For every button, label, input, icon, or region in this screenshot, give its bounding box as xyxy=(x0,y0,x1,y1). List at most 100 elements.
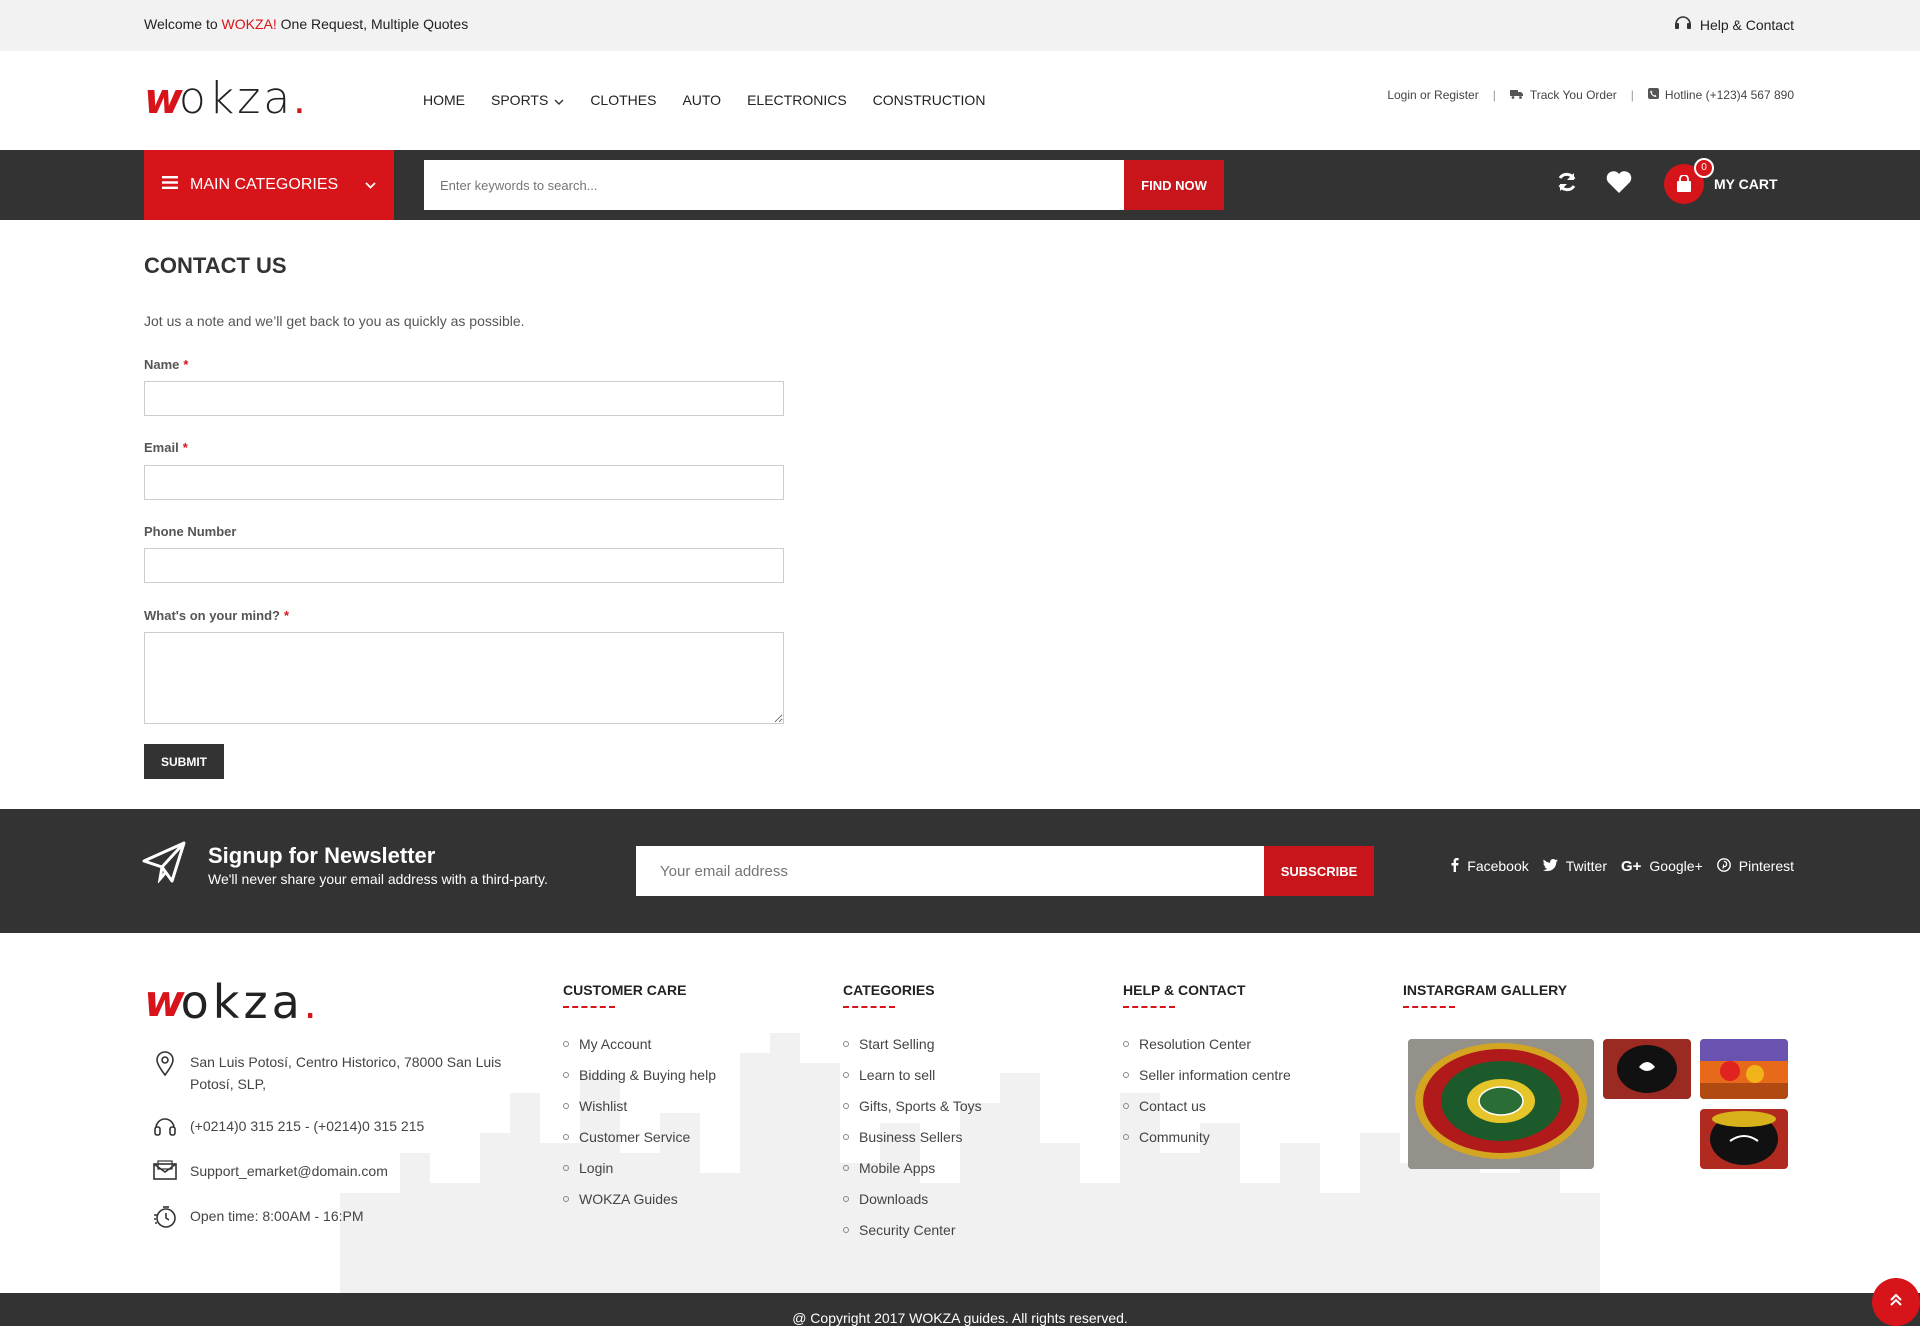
footer-email-text[interactable]: Support_emarket@domain.com xyxy=(190,1160,388,1182)
footer-link[interactable]: Resolution Center xyxy=(1123,1028,1291,1059)
social-links: Facebook Twitter G+ Google+ Pinterest xyxy=(1451,857,1794,875)
double-chevron-up-icon xyxy=(1889,1293,1903,1312)
site-logo[interactable]: w okza. xyxy=(144,74,306,123)
bullet-icon xyxy=(563,1164,569,1171)
nav-home[interactable]: HOME xyxy=(423,92,465,108)
bullet-icon xyxy=(563,1133,569,1140)
bullet-icon xyxy=(843,1040,849,1047)
chevron-down-icon xyxy=(365,176,376,194)
login-register-link[interactable]: Login or Register xyxy=(1387,88,1478,102)
google-plus-label: Google+ xyxy=(1649,858,1703,874)
back-to-top-button[interactable] xyxy=(1872,1278,1920,1326)
footer-phone: (+0214)0 315 215 - (+0214)0 315 215 xyxy=(152,1115,424,1139)
footer-logo-text: okza xyxy=(180,975,304,1029)
gallery-image-flowers[interactable] xyxy=(1700,1039,1788,1099)
cart-button[interactable]: 0 MY CART xyxy=(1664,158,1778,204)
footer-link[interactable]: Downloads xyxy=(843,1183,982,1214)
bullet-icon xyxy=(1123,1102,1129,1109)
main-header: w okza. HOME SPORTS CLOTHES AUTO ELECTRON… xyxy=(0,51,1920,150)
hotline-label: Hotline (+123)4 567 890 xyxy=(1664,88,1794,102)
shopping-bag-icon: 0 xyxy=(1664,158,1714,204)
footer-link[interactable]: Mobile Apps xyxy=(843,1152,982,1183)
help-contact-label: Help & Contact xyxy=(1699,16,1794,33)
footer-customer-care: CUSTOMER CARE My Account Bidding & Buyin… xyxy=(563,982,716,1214)
footer-logo[interactable]: w okza. xyxy=(144,975,317,1029)
nav-clothes[interactable]: CLOTHES xyxy=(590,92,656,108)
footer-link[interactable]: Customer Service xyxy=(563,1121,716,1152)
footer-link-label: Learn to sell xyxy=(859,1066,936,1083)
track-order-link[interactable]: Track You Order xyxy=(1509,88,1617,102)
main-nav: HOME SPORTS CLOTHES AUTO ELECTRONICS CON… xyxy=(423,92,1011,108)
nav-sports[interactable]: SPORTS xyxy=(491,92,564,108)
cart-label: MY CART xyxy=(1714,176,1778,192)
logo-dot: . xyxy=(293,74,306,123)
footer-link[interactable]: Start Selling xyxy=(843,1028,982,1059)
footer-link[interactable]: Seller information centre xyxy=(1123,1059,1291,1090)
social-facebook-link[interactable]: Facebook xyxy=(1451,857,1529,875)
footer-categories: CATEGORIES Start Selling Learn to sell G… xyxy=(843,982,982,1245)
nav-sports-label: SPORTS xyxy=(491,92,549,108)
wishlist-heart-icon[interactable] xyxy=(1605,170,1633,199)
main-categories-button[interactable]: MAIN CATEGORIES xyxy=(144,150,394,220)
name-label: Name * xyxy=(144,357,188,372)
bullet-icon xyxy=(843,1164,849,1171)
footer-address-text: San Luis Potosí, Centro Historico, 78000… xyxy=(190,1054,502,1092)
footer-link[interactable]: WOKZA Guides xyxy=(563,1183,716,1214)
name-field[interactable] xyxy=(144,381,784,416)
gallery-image-cup[interactable] xyxy=(1603,1039,1691,1099)
name-label-text: Name xyxy=(144,357,180,372)
email-field[interactable] xyxy=(144,465,784,500)
footer-link[interactable]: Contact us xyxy=(1123,1090,1291,1121)
footer-link[interactable]: Gifts, Sports & Toys xyxy=(843,1090,982,1121)
phone-field[interactable] xyxy=(144,548,784,583)
footer-link-label: Mobile Apps xyxy=(859,1159,936,1176)
find-now-button[interactable]: FIND NOW xyxy=(1124,160,1224,210)
main-categories-label: MAIN CATEGORIES xyxy=(190,176,339,193)
footer-link[interactable]: Security Center xyxy=(843,1214,982,1245)
help-contact-link[interactable]: Help & Contact xyxy=(1674,15,1794,34)
social-pinterest-link[interactable]: Pinterest xyxy=(1716,857,1794,875)
nav-home-label: HOME xyxy=(423,92,465,108)
footer-link[interactable]: Community xyxy=(1123,1121,1291,1152)
footer-link-label: Login xyxy=(579,1159,614,1176)
footer-link[interactable]: Bidding & Buying help xyxy=(563,1059,716,1090)
footer-open-time-text: Open time: 8:00AM - 16:PM xyxy=(190,1208,364,1224)
newsletter-subtitle: We'll never share your email address wit… xyxy=(208,871,548,887)
footer-link-label: Customer Service xyxy=(579,1128,691,1145)
social-google-plus-link[interactable]: G+ Google+ xyxy=(1621,858,1703,875)
search-input[interactable] xyxy=(424,160,1124,210)
bullet-icon xyxy=(843,1226,849,1233)
nav-construction[interactable]: CONSTRUCTION xyxy=(873,92,986,108)
google-plus-icon: G+ xyxy=(1620,857,1642,875)
hotline-info: Hotline (+123)4 567 890 xyxy=(1647,88,1794,102)
footer-link-label: Downloads xyxy=(859,1190,929,1207)
submit-button[interactable]: SUBMIT xyxy=(144,744,224,779)
heading-divider xyxy=(1123,1006,1175,1008)
headset-icon xyxy=(152,1115,178,1139)
email-label-text: Email xyxy=(144,440,179,455)
message-textarea[interactable] xyxy=(144,632,784,724)
nav-auto[interactable]: AUTO xyxy=(682,92,721,108)
subscribe-button[interactable]: SUBSCRIBE xyxy=(1264,846,1374,896)
footer-link[interactable]: Login xyxy=(563,1152,716,1183)
gallery-image-coffee-cup[interactable] xyxy=(1700,1109,1788,1169)
footer-link[interactable]: Learn to sell xyxy=(843,1059,982,1090)
footer-phone-text: (+0214)0 315 215 - (+0214)0 315 215 xyxy=(190,1118,425,1134)
nav-electronics[interactable]: ELECTRONICS xyxy=(747,92,847,108)
footer-gallery-column: INSTARGRAM GALLERY xyxy=(1403,982,1567,1008)
footer-link-label: Contact us xyxy=(1139,1097,1206,1114)
bullet-icon xyxy=(843,1133,849,1140)
footer-link[interactable]: Business Sellers xyxy=(843,1121,982,1152)
footer-link[interactable]: My Account xyxy=(563,1028,716,1059)
compare-refresh-icon[interactable] xyxy=(1555,170,1579,199)
phone-icon xyxy=(1647,88,1659,102)
gallery-image-rangoli[interactable] xyxy=(1408,1039,1594,1169)
footer-link[interactable]: Wishlist xyxy=(563,1090,716,1121)
newsletter-email-input[interactable] xyxy=(636,846,1264,896)
social-twitter-link[interactable]: Twitter xyxy=(1542,858,1607,874)
heading-divider xyxy=(843,1006,895,1008)
footer-link-label: Security Center xyxy=(859,1221,956,1238)
contact-intro: Jot us a note and we’ll get back to you … xyxy=(144,313,525,329)
header-action-icons xyxy=(1555,170,1633,199)
page-title: CONTACT US xyxy=(144,253,287,278)
